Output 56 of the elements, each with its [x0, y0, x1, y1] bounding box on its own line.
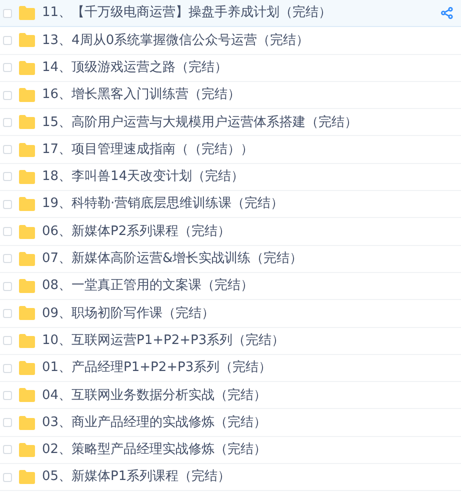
folder-name[interactable]: 05、新媒体P1系列课程（完结）: [42, 467, 231, 487]
checkbox[interactable]: [3, 36, 12, 45]
folder-name[interactable]: 13、4周从0系统掌握微信公众号运营（完结）: [42, 30, 310, 50]
checkbox[interactable]: [3, 364, 12, 372]
file-row-highlight[interactable]: 11、【千万级电商运营】操盘手养成计划（完结）: [0, 0, 461, 28]
folder-name[interactable]: 01、产品经理P1+P2+P3系列（完结）: [42, 358, 272, 378]
folder-name[interactable]: 18、李叫兽14天改变计划（完结）: [42, 167, 244, 187]
folder-icon: [19, 6, 35, 20]
folder-icon: [19, 334, 35, 348]
folder-icon: [19, 306, 35, 320]
folder-icon: [19, 416, 35, 430]
checkbox[interactable]: [3, 172, 12, 182]
folder-name[interactable]: 07、新媒体高阶运营&增长实战训练（完结）: [42, 249, 303, 269]
folder-name[interactable]: 08、一堂真正管用的文案课（完结）: [42, 276, 254, 296]
checkbox[interactable]: [3, 472, 12, 482]
folder-name[interactable]: 09、职场初阶写作课（完结）: [42, 304, 215, 324]
checkbox[interactable]: [3, 8, 12, 18]
folder-name[interactable]: 16、增长黑客入门训练营（完结）: [42, 85, 241, 105]
folder-icon: [19, 142, 35, 157]
folder-name[interactable]: 17、项目管理速成指南（（完结））: [42, 140, 254, 160]
folder-icon: [19, 197, 35, 212]
folder-name[interactable]: 15、高阶用户运营与大规模用户运营体系搭建（完结）: [42, 112, 358, 132]
folder-name[interactable]: 04、互联网业务数据分析实战（完结）: [42, 386, 267, 406]
folder-icon: [19, 170, 35, 184]
checkbox[interactable]: [3, 200, 12, 209]
folder-icon: [19, 88, 35, 102]
folder-name[interactable]: 14、顶级游戏运营之路（完结）: [42, 58, 228, 78]
folder-name[interactable]: 11、【千万级电商运营】操盘手养成计划（完结）: [42, 3, 332, 23]
checkbox[interactable]: [3, 118, 12, 127]
folder-icon: [19, 252, 35, 266]
checkbox[interactable]: [3, 336, 12, 346]
folder-icon: [19, 115, 35, 130]
folder-icon: [19, 224, 35, 239]
folder-icon: [19, 33, 35, 48]
checkbox[interactable]: [3, 282, 12, 291]
folder-name[interactable]: 03、商业产品经理的实战修炼（完结）: [42, 412, 267, 432]
checkbox[interactable]: [3, 90, 12, 100]
folder-name[interactable]: 10、互联网运营P1+P2+P3系列（完结）: [42, 330, 285, 350]
folder-name[interactable]: 19、科特勒·营销底层思维训练课（完结）: [42, 194, 284, 214]
checkbox[interactable]: [3, 445, 12, 454]
folder-icon: [19, 470, 35, 484]
checkbox[interactable]: [3, 227, 12, 236]
checkbox[interactable]: [3, 418, 12, 428]
share-icon[interactable]: [441, 7, 453, 20]
folder-icon: [19, 279, 35, 294]
folder-icon: [19, 60, 35, 75]
checkbox[interactable]: [3, 390, 12, 400]
folder-icon: [19, 442, 35, 457]
checkbox[interactable]: [3, 145, 12, 154]
folder-name[interactable]: 06、新媒体P2系列课程（完结）: [42, 222, 231, 242]
folder-name[interactable]: 02、策略型产品经理实战修炼（完结）: [42, 440, 267, 460]
checkbox[interactable]: [3, 63, 12, 72]
folder-icon: [19, 388, 35, 402]
checkbox[interactable]: [3, 308, 12, 318]
folder-icon: [19, 361, 35, 375]
checkbox[interactable]: [3, 254, 12, 264]
